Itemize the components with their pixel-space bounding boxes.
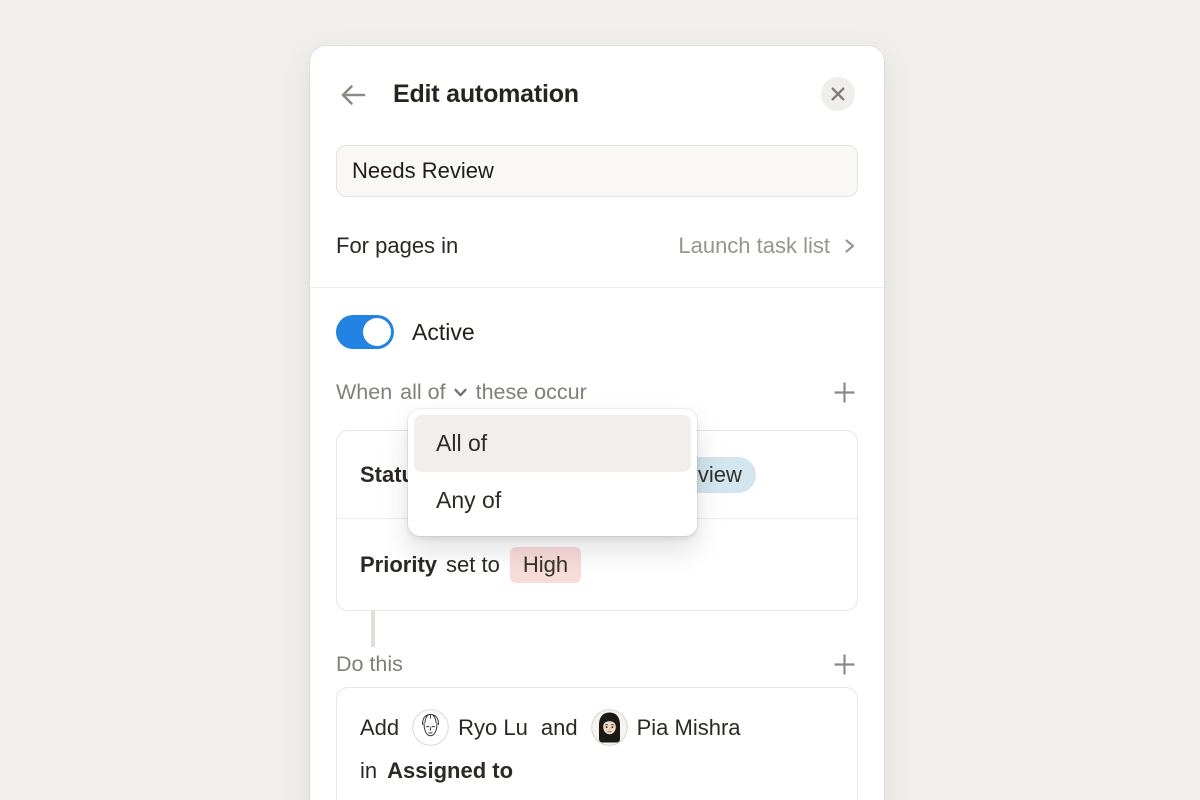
operator-dropdown-menu: All of Any of (408, 409, 697, 536)
operator-value: all of (400, 380, 445, 405)
edit-automation-dialog: Edit automation For pages in Launch task… (310, 46, 884, 800)
person-name: Ryo Lu (458, 715, 528, 741)
active-toggle-row: Active (336, 315, 475, 349)
for-pages-target[interactable]: Launch task list (678, 233, 858, 259)
chevron-right-icon (840, 237, 858, 255)
target-property-label: Assigned to (387, 758, 513, 784)
trigger-header-row: When all of these occur (336, 377, 858, 407)
condition-verb: set to (446, 552, 500, 578)
dropdown-option-any-of[interactable]: Any of (414, 472, 691, 529)
chevron-down-icon (453, 385, 468, 400)
action-header-row: Do this (336, 649, 858, 679)
toggle-knob (363, 318, 391, 346)
when-prefix-label: When (336, 380, 392, 405)
close-button[interactable] (821, 77, 855, 111)
plus-icon (831, 379, 858, 406)
plus-icon (831, 651, 858, 678)
do-this-label: Do this (336, 652, 403, 677)
for-pages-label: For pages in (336, 233, 458, 259)
flow-connector-line (371, 611, 375, 647)
active-toggle-label: Active (412, 319, 475, 346)
automation-name-input[interactable] (336, 145, 858, 197)
add-trigger-button[interactable] (830, 378, 858, 406)
person-pia-mishra: Pia Mishra (591, 709, 741, 746)
conjunction-label: and (541, 715, 578, 741)
action-sentence-line2: in Assigned to (360, 758, 834, 784)
section-divider (310, 287, 884, 288)
add-action-button[interactable] (830, 650, 858, 678)
screen-background: Edit automation For pages in Launch task… (0, 0, 1200, 800)
for-pages-row: For pages in Launch task list (336, 220, 858, 272)
in-label: in (360, 758, 377, 784)
for-pages-value: Launch task list (678, 233, 830, 259)
trigger-sentence: When all of these occur (336, 380, 587, 405)
action-sentence-line1: Add (360, 709, 834, 746)
person-ryo-lu: Ryo Lu (412, 709, 528, 746)
condition-property: Priority (360, 552, 437, 578)
arrow-left-icon (337, 79, 369, 111)
dialog-title: Edit automation (393, 78, 579, 110)
ryo-lu-avatar (412, 709, 449, 746)
add-verb-label: Add (360, 715, 399, 741)
dropdown-option-all-of[interactable]: All of (414, 415, 691, 472)
when-suffix-label: these occur (476, 380, 587, 405)
close-icon (830, 86, 846, 102)
pia-mishra-avatar (591, 709, 628, 746)
person-name: Pia Mishra (637, 715, 741, 741)
operator-dropdown-trigger[interactable]: all of (400, 380, 467, 405)
active-toggle[interactable] (336, 315, 394, 349)
back-button[interactable] (337, 79, 369, 111)
action-row-add-people[interactable]: Add (336, 687, 858, 800)
priority-value-pill: High (510, 547, 581, 583)
